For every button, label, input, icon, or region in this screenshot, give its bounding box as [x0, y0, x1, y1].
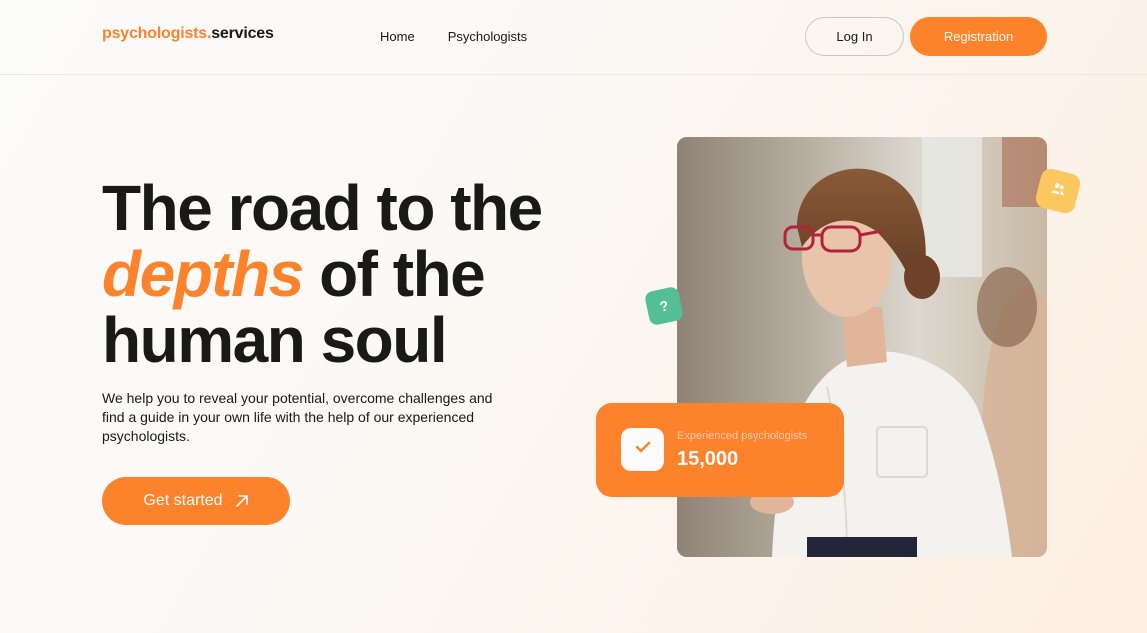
check-badge [621, 428, 664, 471]
stat-label: Experienced psychologists [677, 430, 808, 442]
registration-button[interactable]: Registration [910, 17, 1047, 56]
logo-part-2: services [211, 25, 274, 42]
hero-title-line-1: The road to the [102, 172, 543, 244]
arrow-up-right-icon [235, 494, 249, 508]
get-started-label: Get started [143, 492, 223, 509]
nav-home[interactable]: Home [380, 29, 415, 44]
check-icon [635, 440, 651, 459]
hero-title-line-2: of the [302, 238, 486, 310]
stat-card: Experienced psychologists 15,000 [596, 403, 844, 497]
stat-value: 15,000 [677, 448, 739, 470]
hero-title: The road to the depths of the human soul [102, 172, 543, 376]
hero-title-line-3: human soul [102, 304, 448, 376]
get-started-button[interactable]: Get started [102, 477, 290, 525]
question-badge: ? [643, 285, 685, 327]
nav-psychologists[interactable]: Psychologists [448, 29, 527, 44]
site-header: psychologists.services Home Psychologist… [0, 0, 1147, 75]
hero-title-emphasis: depths [102, 238, 304, 310]
logo-part-1: psychologists [102, 25, 207, 42]
users-icon [1048, 179, 1069, 203]
login-button[interactable]: Log In [805, 17, 904, 56]
main-nav: Home Psychologists [380, 29, 527, 44]
hero-subtitle: We help you to reveal your potential, ov… [102, 390, 493, 444]
logo[interactable]: psychologists.services [102, 25, 274, 43]
question-icon: ? [658, 297, 670, 315]
